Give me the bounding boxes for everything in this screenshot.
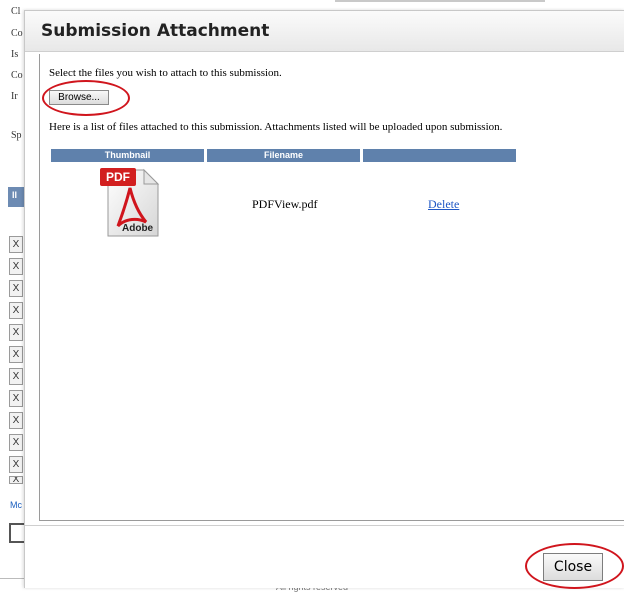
dialog-header: Submission Attachment xyxy=(25,11,624,52)
bg-x-button[interactable]: X xyxy=(9,258,23,275)
bg-label: Sp xyxy=(11,130,22,141)
dialog-title: Submission Attachment xyxy=(41,21,270,41)
close-button[interactable]: Close xyxy=(543,553,603,581)
pdf-icon-label: PDF xyxy=(106,170,130,184)
browse-button[interactable]: Browse... xyxy=(49,90,109,105)
column-header-actions xyxy=(363,149,516,162)
column-header-filename: Filename xyxy=(207,149,360,162)
bg-x-button[interactable]: X xyxy=(9,280,23,297)
pdf-file-icon: PDF Adobe xyxy=(94,166,164,238)
bg-x-button[interactable]: X xyxy=(9,302,23,319)
dialog-body: Select the files you wish to attach to t… xyxy=(39,54,624,521)
bg-x-button[interactable]: X xyxy=(9,346,23,363)
attachment-filename: PDFView.pdf xyxy=(252,197,318,211)
bg-x-button[interactable]: X xyxy=(9,476,23,484)
bg-x-button[interactable]: X xyxy=(9,236,23,253)
attachment-list-info: Here is a list of files attached to this… xyxy=(49,121,503,133)
background-left-column: Cl Co Is Co Ir Sp II X X X X X X X X X X… xyxy=(0,0,26,596)
bg-column-header: II xyxy=(8,187,24,207)
adobe-label: Adobe xyxy=(122,223,154,234)
delete-attachment-link[interactable]: Delete xyxy=(428,197,459,212)
submission-attachment-dialog: Submission Attachment Select the files y… xyxy=(24,10,624,589)
column-header-thumbnail: Thumbnail xyxy=(51,149,204,162)
bg-x-button[interactable]: X xyxy=(9,456,23,473)
bg-label: Is xyxy=(11,49,19,60)
table-row: PDF Adobe PDFView.pdf Delete xyxy=(51,166,516,246)
bg-link[interactable]: Mc xyxy=(10,500,22,510)
bg-label: Ir xyxy=(11,91,18,102)
bg-x-button[interactable]: X xyxy=(9,368,23,385)
background-divider xyxy=(335,0,545,2)
bg-x-button[interactable]: X xyxy=(9,390,23,407)
instruction-text: Select the files you wish to attach to t… xyxy=(49,67,282,79)
bg-x-button[interactable]: X xyxy=(9,434,23,451)
dialog-footer-divider xyxy=(25,525,624,526)
bg-label: Co xyxy=(11,70,23,81)
bg-x-button[interactable]: X xyxy=(9,324,23,341)
bg-x-button[interactable]: X xyxy=(9,412,23,429)
bg-label: Co xyxy=(11,28,23,39)
bg-label: Cl xyxy=(11,6,21,17)
